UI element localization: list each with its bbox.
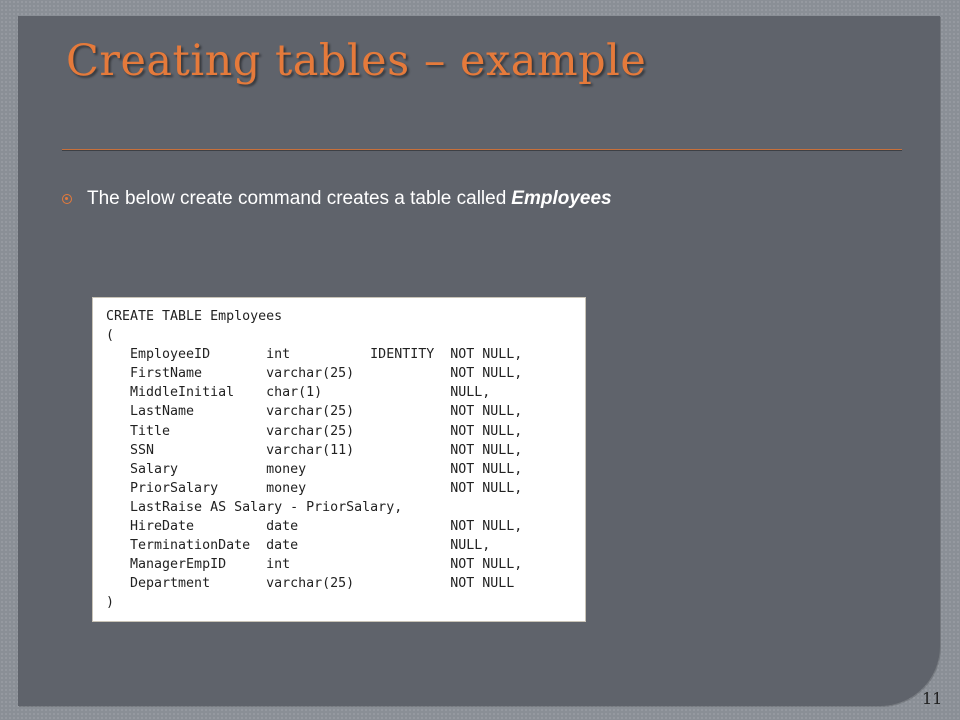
code-line: ) [106, 595, 115, 611]
slide-title: Creating tables – example [66, 36, 647, 86]
code-line: FirstName varchar(25) NOT NULL, [106, 366, 523, 382]
code-line: ( [106, 328, 115, 344]
title-divider [62, 149, 902, 150]
code-line: Salary money NOT NULL, [106, 461, 523, 477]
code-line: TerminationDate date NULL, [106, 538, 491, 554]
code-block: CREATE TABLE Employees ( EmployeeID int … [92, 297, 586, 622]
code-line: Department varchar(25) NOT NULL [106, 576, 515, 592]
bullet-emphasis: Employees [511, 188, 612, 209]
code-line: LastName varchar(25) NOT NULL, [106, 404, 523, 420]
code-line: LastRaise AS Salary - PriorSalary, [106, 499, 403, 515]
bullet-text: The below create command creates a table… [87, 188, 507, 209]
circle-bullet-icon [62, 194, 72, 204]
page-number: 11 [922, 689, 943, 708]
code-line: CREATE TABLE Employees [106, 309, 283, 324]
code-line: MiddleInitial char(1) NULL, [106, 385, 491, 401]
code-line: EmployeeID int IDENTITY NOT NULL, [106, 347, 523, 363]
code-line: HireDate date NOT NULL, [106, 519, 523, 535]
code-line: Title varchar(25) NOT NULL, [106, 423, 523, 439]
code-line: SSN varchar(11) NOT NULL, [106, 442, 523, 458]
code-line: ManagerEmpID int NOT NULL, [106, 557, 523, 573]
bullet-item: The below create command creates a table… [62, 188, 612, 210]
code-line: PriorSalary money NOT NULL, [106, 480, 523, 496]
